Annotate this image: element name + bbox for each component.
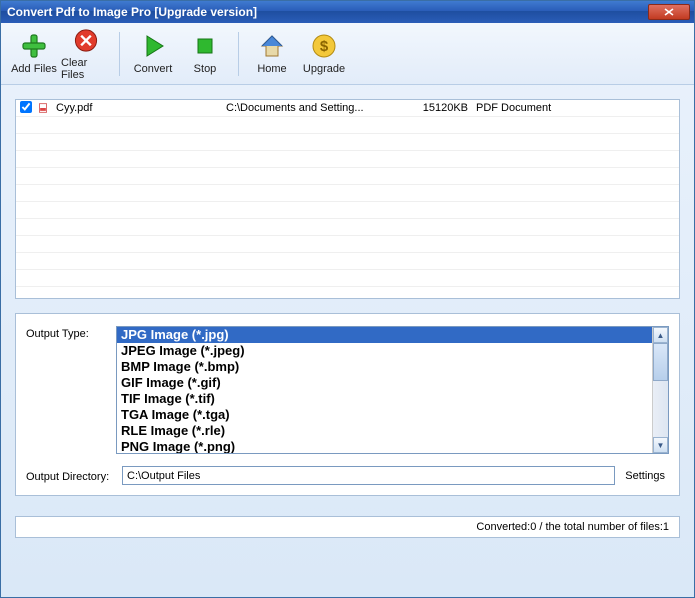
output-type-item[interactable]: GIF Image (*.gif): [117, 375, 652, 391]
home-label: Home: [257, 63, 286, 75]
output-type-listbox[interactable]: JPG Image (*.jpg)JPEG Image (*.jpeg)BMP …: [116, 326, 669, 454]
status-text: Converted:0 / the total number of files:…: [476, 521, 669, 533]
play-icon: [139, 32, 167, 60]
table-row: [16, 117, 679, 134]
close-button[interactable]: [648, 4, 690, 20]
output-type-item[interactable]: BMP Image (*.bmp): [117, 359, 652, 375]
output-type-item[interactable]: JPEG Image (*.jpeg): [117, 343, 652, 359]
row-checkbox[interactable]: [20, 101, 32, 113]
output-dir-input[interactable]: [122, 466, 615, 485]
delete-icon: [72, 27, 100, 54]
add-files-label: Add Files: [11, 63, 57, 75]
upgrade-button[interactable]: $ Upgrade: [299, 27, 349, 81]
clear-files-button[interactable]: Clear Files: [61, 27, 111, 81]
convert-button[interactable]: Convert: [128, 27, 178, 81]
plus-icon: [20, 32, 48, 60]
clear-files-label: Clear Files: [61, 57, 111, 81]
scrollbar[interactable]: ▲ ▼: [652, 327, 668, 453]
output-type-label: Output Type:: [26, 326, 116, 340]
output-dir-row: Output Directory: Settings: [26, 466, 669, 485]
table-row: [16, 236, 679, 253]
scroll-thumb[interactable]: [653, 343, 668, 381]
home-button[interactable]: Home: [247, 27, 297, 81]
scroll-up-button[interactable]: ▲: [653, 327, 668, 343]
output-type-items[interactable]: JPG Image (*.jpg)JPEG Image (*.jpeg)BMP …: [117, 327, 652, 453]
stop-label: Stop: [194, 63, 217, 75]
toolbar: Add Files Clear Files Convert Stop Home …: [1, 23, 694, 85]
scroll-track[interactable]: [653, 343, 668, 437]
scroll-down-button[interactable]: ▼: [653, 437, 668, 453]
output-type-row: Output Type: JPG Image (*.jpg)JPEG Image…: [26, 326, 669, 454]
table-row: [16, 168, 679, 185]
content-area: Cyy.pdfC:\Documents and Setting...15120K…: [1, 85, 694, 516]
titlebar: Convert Pdf to Image Pro [Upgrade versio…: [1, 1, 694, 23]
svg-text:$: $: [320, 38, 329, 55]
output-type-item[interactable]: TGA Image (*.tga): [117, 407, 652, 423]
close-icon: [664, 8, 674, 16]
file-name: Cyy.pdf: [52, 102, 222, 114]
dollar-icon: $: [310, 32, 338, 60]
output-type-item[interactable]: RLE Image (*.rle): [117, 423, 652, 439]
table-row: [16, 185, 679, 202]
options-panel: Output Type: JPG Image (*.jpg)JPEG Image…: [15, 313, 680, 496]
toolbar-separator: [119, 32, 120, 76]
table-row: [16, 202, 679, 219]
table-row: [16, 270, 679, 287]
output-type-item[interactable]: PNG Image (*.png): [117, 439, 652, 453]
table-row: [16, 287, 679, 299]
pdf-icon: [34, 101, 52, 115]
file-size: 15120KB: [402, 102, 472, 114]
stop-button[interactable]: Stop: [180, 27, 230, 81]
table-row: [16, 151, 679, 168]
output-dir-label: Output Directory:: [26, 469, 116, 483]
output-type-item[interactable]: JPG Image (*.jpg): [117, 327, 652, 343]
output-type-item[interactable]: TIF Image (*.tif): [117, 391, 652, 407]
table-row[interactable]: Cyy.pdfC:\Documents and Setting...15120K…: [16, 100, 679, 117]
table-row: [16, 134, 679, 151]
toolbar-separator: [238, 32, 239, 76]
settings-link[interactable]: Settings: [621, 470, 669, 482]
home-icon: [258, 32, 286, 60]
file-list[interactable]: Cyy.pdfC:\Documents and Setting...15120K…: [15, 99, 680, 299]
status-bar: Converted:0 / the total number of files:…: [15, 516, 680, 538]
app-window: Convert Pdf to Image Pro [Upgrade versio…: [0, 0, 695, 598]
file-path: C:\Documents and Setting...: [222, 102, 402, 114]
file-type: PDF Document: [472, 102, 679, 114]
table-row: [16, 219, 679, 236]
table-row: [16, 253, 679, 270]
add-files-button[interactable]: Add Files: [9, 27, 59, 81]
upgrade-label: Upgrade: [303, 63, 345, 75]
convert-label: Convert: [134, 63, 173, 75]
window-title: Convert Pdf to Image Pro [Upgrade versio…: [5, 5, 648, 19]
stop-icon: [191, 32, 219, 60]
